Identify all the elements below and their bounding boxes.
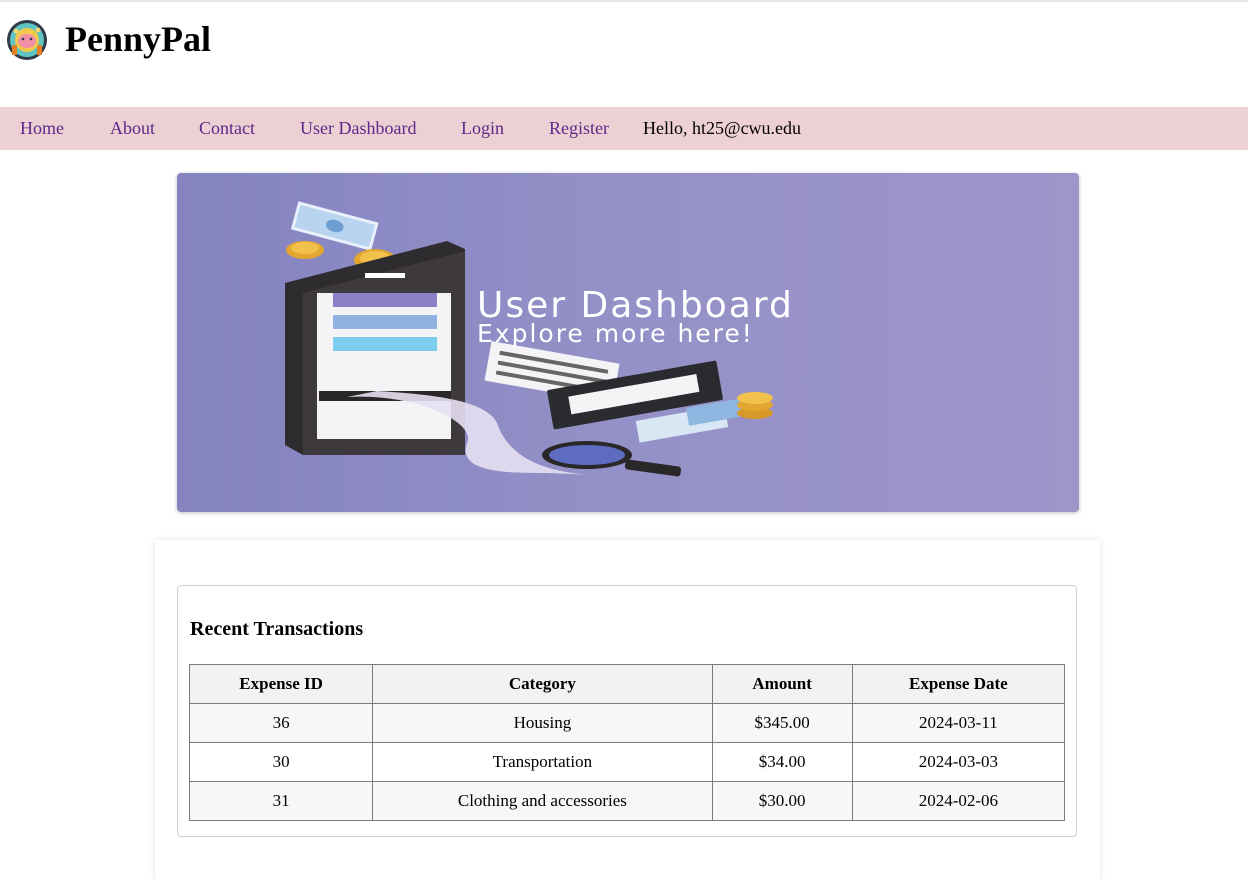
cell-expense-date: 2024-03-11 bbox=[851, 703, 1066, 743]
nav-home[interactable]: Home bbox=[20, 107, 64, 150]
nav-contact[interactable]: Contact bbox=[199, 107, 255, 150]
cell-amount: $34.00 bbox=[711, 742, 853, 782]
banner-subtitle: Explore more here! bbox=[477, 319, 754, 348]
column-header-category: Category bbox=[372, 664, 713, 704]
site-header: PennyPal bbox=[0, 2, 1248, 107]
cell-amount: $345.00 bbox=[711, 703, 853, 743]
transactions-panel: Recent Transactions Expense ID Category … bbox=[177, 585, 1077, 837]
piggy-bank-coins-icon[interactable] bbox=[6, 19, 48, 61]
cell-category: Transportation bbox=[372, 742, 713, 782]
cell-expense-date: 2024-03-03 bbox=[851, 742, 1066, 782]
dashboard-banner: User Dashboard Explore more here! bbox=[177, 173, 1079, 512]
brand-name: PennyPal bbox=[65, 19, 212, 59]
table-row: 36 Housing $345.00 2024-03-11 bbox=[188, 703, 1066, 743]
column-header-amount: Amount bbox=[711, 664, 853, 704]
table-row: 31 Clothing and accessories $30.00 2024-… bbox=[188, 781, 1066, 821]
transactions-card: Recent Transactions Expense ID Category … bbox=[155, 540, 1100, 880]
cell-category: Clothing and accessories bbox=[372, 781, 713, 821]
main-nav: Home About Contact User Dashboard Login … bbox=[0, 107, 1248, 150]
cell-expense-id: 31 bbox=[188, 781, 374, 821]
cell-category: Housing bbox=[372, 703, 713, 743]
transactions-title: Recent Transactions bbox=[190, 618, 364, 640]
cell-expense-id: 30 bbox=[188, 742, 374, 782]
nav-login[interactable]: Login bbox=[461, 107, 504, 150]
transactions-table: Expense ID Category Amount Expense Date … bbox=[188, 664, 1066, 821]
table-header-row: Expense ID Category Amount Expense Date bbox=[188, 664, 1066, 704]
column-header-expense-date: Expense Date bbox=[851, 664, 1066, 704]
user-greeting: Hello, ht25@cwu.edu bbox=[643, 118, 802, 138]
cell-expense-id: 36 bbox=[188, 703, 374, 743]
cell-amount: $30.00 bbox=[711, 781, 853, 821]
column-header-expense-id: Expense ID bbox=[188, 664, 374, 704]
table-row: 30 Transportation $34.00 2024-03-03 bbox=[188, 742, 1066, 782]
nav-register[interactable]: Register bbox=[549, 107, 609, 150]
cell-expense-date: 2024-02-06 bbox=[851, 781, 1066, 821]
nav-about[interactable]: About bbox=[110, 107, 155, 150]
nav-user-dashboard[interactable]: User Dashboard bbox=[300, 107, 416, 150]
